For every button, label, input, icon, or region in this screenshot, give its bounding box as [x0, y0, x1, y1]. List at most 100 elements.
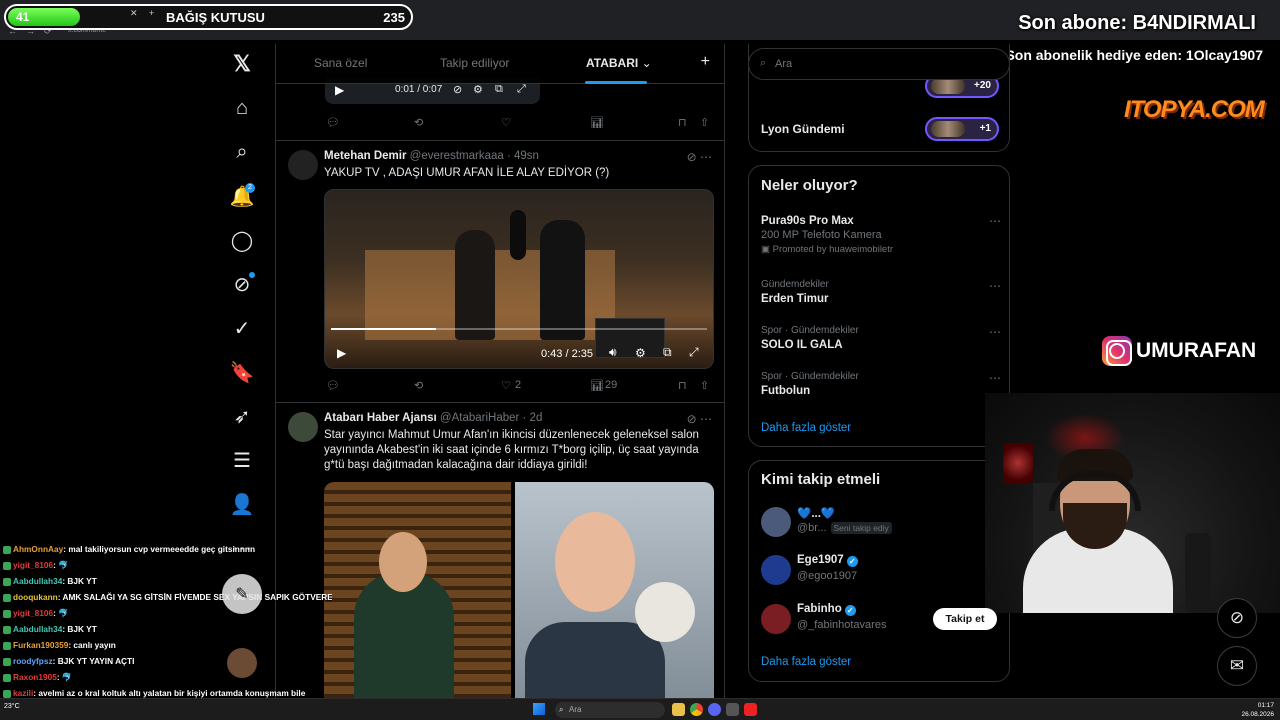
compose-fab-icon[interactable]: ✎: [222, 574, 262, 614]
chat-text: : canlı yayın: [68, 640, 116, 650]
jobs-icon[interactable]: ➶: [226, 400, 258, 432]
avatar[interactable]: [761, 604, 791, 634]
follow-suggestion[interactable]: 💙...💙 @br... Seni takip ediy: [761, 505, 1001, 539]
weather-widget[interactable]: 23°C: [4, 703, 20, 710]
settings-icon[interactable]: ⚙: [635, 346, 646, 360]
volume-icon[interactable]: 🔊︎: [609, 345, 617, 360]
space-listeners[interactable]: +1: [925, 117, 999, 141]
discord-icon[interactable]: [708, 703, 721, 716]
chat-username: Raxon1905: [13, 672, 57, 682]
app-icon[interactable]: [744, 703, 757, 716]
trend-name: Futbolun: [761, 385, 811, 397]
more-options-icon[interactable]: ⋯: [989, 279, 1001, 293]
show-more-link[interactable]: Daha fazla göster: [761, 656, 851, 668]
tab-for-you[interactable]: Sana özel: [314, 56, 367, 70]
chat-badge-icon: [3, 594, 11, 602]
search-icon: ⌕: [760, 57, 767, 69]
more-options-icon[interactable]: ⋯: [989, 214, 1001, 228]
tweet-photo[interactable]: [515, 482, 714, 720]
messages-fab-icon[interactable]: ✉: [1217, 646, 1257, 686]
chat-badge-icon: [3, 562, 11, 570]
trend-context: Spor · Gündemdekiler: [761, 325, 859, 336]
like-icon[interactable]: ♡: [501, 116, 511, 129]
views-icon[interactable]: 📊︎: [590, 116, 604, 129]
instagram-handle: UMURAFAN: [1102, 336, 1256, 366]
tab-atabari[interactable]: ATABARI ⌄: [586, 56, 652, 70]
search-icon[interactable]: ⌕: [226, 136, 258, 168]
home-icon[interactable]: ⌂: [226, 92, 258, 124]
chat-username: kazili: [13, 688, 34, 698]
play-icon[interactable]: ▶: [335, 83, 344, 97]
trend-item[interactable]: Pura90s Pro Max 200 MP Telefoto Kamera ▣…: [761, 212, 1001, 255]
trend-name: SOLO IL GALA: [761, 339, 843, 351]
reply-icon[interactable]: 💬︎: [326, 116, 340, 129]
views-icon[interactable]: 📊︎: [590, 379, 604, 392]
avatar[interactable]: [227, 648, 257, 678]
more-options-icon[interactable]: ⊘ ⋯: [687, 150, 712, 164]
avatar[interactable]: [288, 150, 318, 180]
fullscreen-icon[interactable]: ⤢: [689, 345, 699, 360]
tweet-header: Atabarı Haber Ajansı @AtabariHaber · 2d: [324, 412, 542, 424]
tweet-author[interactable]: Metehan Demir: [324, 150, 406, 162]
video-progress[interactable]: [331, 328, 707, 330]
tweet-photo[interactable]: [324, 482, 511, 720]
messages-icon[interactable]: ◯: [226, 224, 258, 256]
follow-suggestion[interactable]: Ege1907 ✓ @egoo1907: [761, 553, 1001, 587]
more-options-icon[interactable]: ⊘ ⋯: [687, 412, 712, 426]
avatar[interactable]: [761, 555, 791, 585]
grok-fab-icon[interactable]: ⊘: [1217, 598, 1257, 638]
verified-icon[interactable]: ✓: [226, 312, 258, 344]
photo-content: [635, 582, 695, 642]
clock[interactable]: 01:17 26.08.2026: [1241, 701, 1274, 719]
settings-icon[interactable]: ⚙: [473, 83, 483, 96]
obs-icon[interactable]: [726, 703, 739, 716]
reply-icon[interactable]: 💬︎: [326, 379, 340, 392]
follow-button[interactable]: Takip et: [933, 608, 997, 630]
chat-username: yigit_8106: [13, 608, 54, 618]
more-options-icon[interactable]: ⋯: [989, 371, 1001, 385]
tweet-video[interactable]: ▶ 0:43 / 2:35 🔊︎ ⚙ ⧉ ⤢: [324, 189, 714, 369]
tweet-author[interactable]: Atabarı Haber Ajansı: [324, 412, 437, 424]
retweet-icon[interactable]: ⟲: [414, 379, 423, 392]
avatar[interactable]: [761, 507, 791, 537]
pip-icon[interactable]: ⧉: [663, 345, 672, 360]
pip-icon[interactable]: ⧉: [495, 83, 503, 96]
bookmark-icon[interactable]: ⊓: [678, 116, 687, 129]
trend-item[interactable]: Gündemdekiler Erden Timur ⋯: [761, 279, 1001, 305]
retweet-icon[interactable]: ⟲: [414, 116, 423, 129]
show-more-link[interactable]: Daha fazla göster: [761, 422, 851, 434]
space-item[interactable]: Lyon Gündemi +1: [761, 117, 999, 141]
more-options-icon[interactable]: ⋯: [989, 325, 1001, 339]
start-icon[interactable]: [533, 703, 545, 715]
search-input[interactable]: [775, 56, 995, 72]
tweet-header: Metehan Demir @everestmarkaaa · 49sn: [324, 150, 539, 162]
file-explorer-icon[interactable]: [672, 703, 685, 716]
donation-box: 41 ✕ + BAĞIŞ KUTUSU 235: [4, 4, 413, 30]
add-tab-icon[interactable]: +: [701, 53, 710, 71]
tab-following[interactable]: Takip ediliyor: [440, 56, 509, 70]
share-icon[interactable]: ⇧: [700, 116, 709, 129]
chat-username: Furkan190359: [13, 640, 69, 650]
chrome-icon[interactable]: [690, 703, 703, 716]
play-icon[interactable]: ▶: [337, 346, 346, 360]
tweet-handle[interactable]: @AtabariHaber · 2d: [440, 412, 542, 424]
trend-item[interactable]: Spor · Gündemdekiler Futbolun ⋯: [761, 371, 1001, 397]
share-icon[interactable]: ⇧: [700, 379, 709, 392]
tweet-text: YAKUP TV , ADAŞI UMUR AFAN İLE ALAY EDİY…: [324, 167, 610, 179]
mute-icon[interactable]: ⊘: [453, 83, 462, 96]
tweet-handle[interactable]: @everestmarkaaa · 49sn: [410, 150, 539, 162]
chat-text: : 🐬: [56, 672, 73, 682]
x-logo-icon[interactable]: 𝕏: [226, 48, 258, 80]
avatar[interactable]: [288, 412, 318, 442]
taskbar-search[interactable]: ⌕ Ara: [555, 702, 665, 718]
tweet-photos[interactable]: [324, 482, 714, 720]
fullscreen-icon[interactable]: ⤢: [517, 83, 526, 96]
trend-item[interactable]: Spor · Gündemdekiler SOLO IL GALA ⋯: [761, 325, 1001, 351]
like-icon[interactable]: ♡: [501, 379, 511, 392]
video-progress-fill: [331, 328, 437, 330]
bookmark-icon[interactable]: ⊓: [678, 379, 687, 392]
profile-icon[interactable]: 👤: [226, 488, 258, 520]
lists-icon[interactable]: ☰: [226, 444, 258, 476]
last-subscriber: Son abone: B4NDIRMALI: [1018, 12, 1256, 34]
bookmarks-icon[interactable]: 🔖: [226, 356, 258, 388]
